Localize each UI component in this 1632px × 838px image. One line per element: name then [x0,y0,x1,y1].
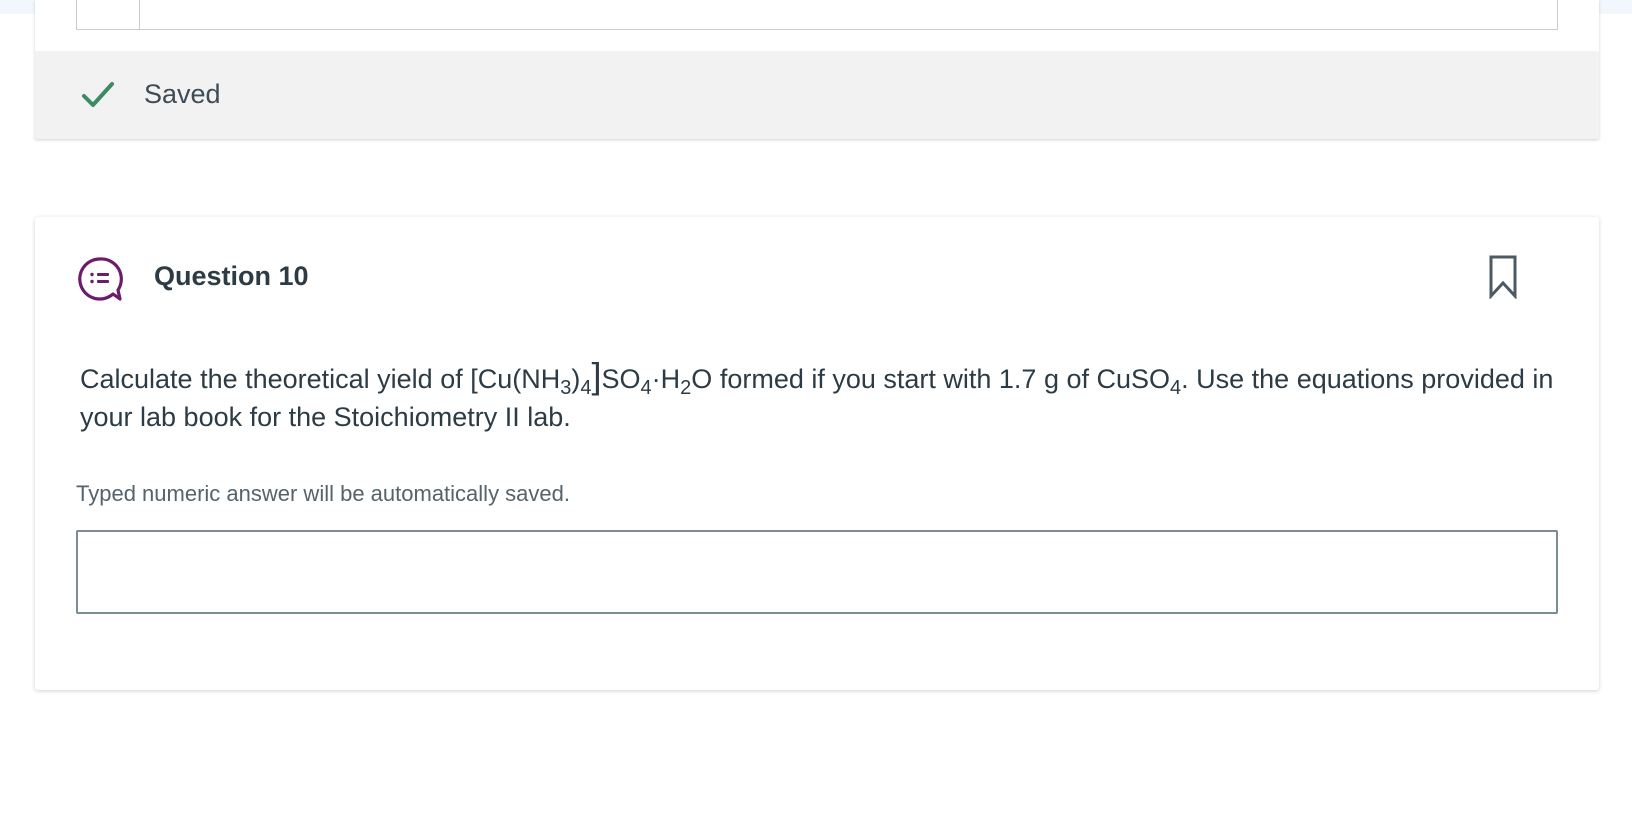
formula-subscript: 4 [640,377,652,399]
formula-subscript: 3 [560,377,572,399]
field-divider [139,0,140,29]
chemical-formula: [Cu(NH3)4]SO4·H2O [470,358,713,399]
saved-status-label: Saved [144,79,221,109]
question-card: Question 10 Calculate the theoretical yi… [35,217,1599,690]
formula-part: [ [470,364,478,394]
previous-answer-field[interactable] [76,0,1558,30]
question-title: Question 10 [154,261,309,291]
formula-subscript: 4 [580,377,592,399]
question-text-part: formed if you start with 1.7 g of CuSO [712,364,1171,394]
autosave-hint: Typed numeric answer will be automatical… [76,481,571,506]
formula-part: O [691,364,713,394]
formula-part: SO [601,364,641,394]
question-text: Calculate the theoretical yield of [Cu(N… [80,358,1570,436]
checkmark-icon [82,82,114,107]
formula-part: ·H [651,364,681,394]
formula-part: ] [591,355,602,396]
saved-status-bar: Saved [35,51,1599,139]
formula-subscript: 2 [680,377,692,399]
chat-list-icon [78,257,123,301]
bookmark-icon[interactable] [1488,255,1518,299]
numeric-answer-input[interactable] [76,530,1558,614]
formula-subscript: 4 [1170,377,1182,399]
formula-part: Cu(NH [477,364,561,394]
question-text-part: Calculate the theoretical yield of [80,364,471,394]
previous-question-card: Saved [35,0,1599,139]
